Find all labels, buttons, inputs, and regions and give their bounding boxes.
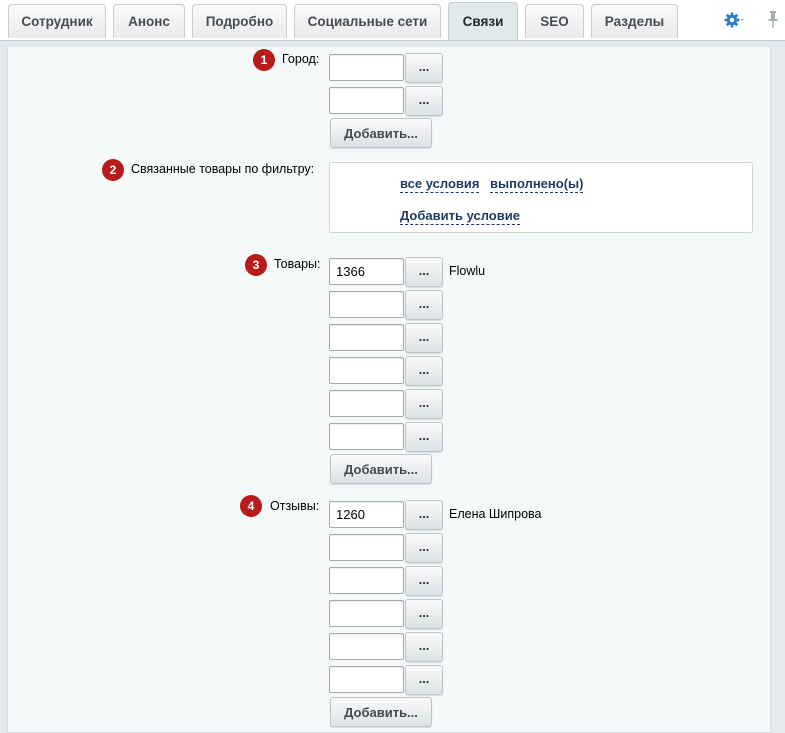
tab-social-networks[interactable]: Социальные сети (294, 4, 441, 38)
products-browse-button-3[interactable]: ... (405, 323, 443, 353)
products-label: Товары: (274, 257, 321, 271)
products-browse-button-6[interactable]: ... (405, 422, 443, 452)
gear-icon (724, 12, 744, 28)
reviews-browse-button-6[interactable]: ... (405, 665, 443, 695)
products-browse-button-2[interactable]: ... (405, 290, 443, 320)
reviews-input-4[interactable] (329, 600, 404, 627)
reviews-linked-name: Елена Шипрова (449, 507, 542, 521)
field-badge-reviews: 4 (240, 495, 262, 517)
products-browse-button-4[interactable]: ... (405, 356, 443, 386)
tab-relations[interactable]: Связи (448, 2, 518, 40)
reviews-browse-button-3[interactable]: ... (405, 566, 443, 596)
settings-button[interactable] (723, 10, 745, 30)
field-badge-city: 1 (253, 49, 275, 71)
reviews-input-3[interactable] (329, 567, 404, 594)
pin-icon (768, 11, 778, 28)
filter-conditions-box (329, 162, 753, 233)
field-badge-products: 3 (245, 254, 267, 276)
city-input-1[interactable] (329, 54, 404, 81)
reviews-browse-button-1[interactable]: ... (405, 500, 443, 530)
tab-details[interactable]: Подробно (192, 4, 287, 38)
city-browse-button-1[interactable]: ... (405, 53, 443, 83)
reviews-browse-button-4[interactable]: ... (405, 599, 443, 629)
tab-employee[interactable]: Сотрудник (8, 4, 106, 38)
products-input-1[interactable] (329, 258, 404, 285)
tab-seo[interactable]: SEO (525, 4, 584, 38)
products-browse-button-1[interactable]: ... (405, 257, 443, 287)
reviews-input-1[interactable] (329, 501, 404, 528)
reviews-input-5[interactable] (329, 633, 404, 660)
field-badge-filter: 2 (102, 159, 124, 181)
reviews-label: Отзывы: (270, 499, 320, 513)
reviews-input-2[interactable] (329, 534, 404, 561)
city-input-2[interactable] (329, 87, 404, 114)
tab-sections[interactable]: Разделы (591, 4, 678, 38)
reviews-browse-button-2[interactable]: ... (405, 533, 443, 563)
products-add-button[interactable]: Добавить... (330, 454, 432, 484)
tab-bar: Сотрудник Анонс Подробно Социальные сети… (0, 0, 785, 42)
city-label: Город: (282, 52, 320, 66)
products-browse-button-5[interactable]: ... (405, 389, 443, 419)
pin-button[interactable] (766, 9, 780, 31)
products-input-4[interactable] (329, 357, 404, 384)
filter-label: Связанные товары по фильтру: (131, 162, 315, 176)
products-linked-name: Flowlu (449, 264, 486, 278)
products-input-3[interactable] (329, 324, 404, 351)
condition-done-link[interactable]: выполнено(ы) (490, 176, 584, 193)
city-add-button[interactable]: Добавить... (330, 118, 432, 148)
tab-announce[interactable]: Анонс (113, 4, 185, 38)
products-input-2[interactable] (329, 291, 404, 318)
products-input-6[interactable] (329, 423, 404, 450)
reviews-browse-button-5[interactable]: ... (405, 632, 443, 662)
products-input-5[interactable] (329, 390, 404, 417)
add-condition-link[interactable]: Добавить условие (400, 208, 520, 225)
reviews-input-6[interactable] (329, 666, 404, 693)
reviews-add-button[interactable]: Добавить... (330, 697, 432, 727)
city-browse-button-2[interactable]: ... (405, 86, 443, 116)
condition-all-link[interactable]: все условия (400, 176, 480, 193)
